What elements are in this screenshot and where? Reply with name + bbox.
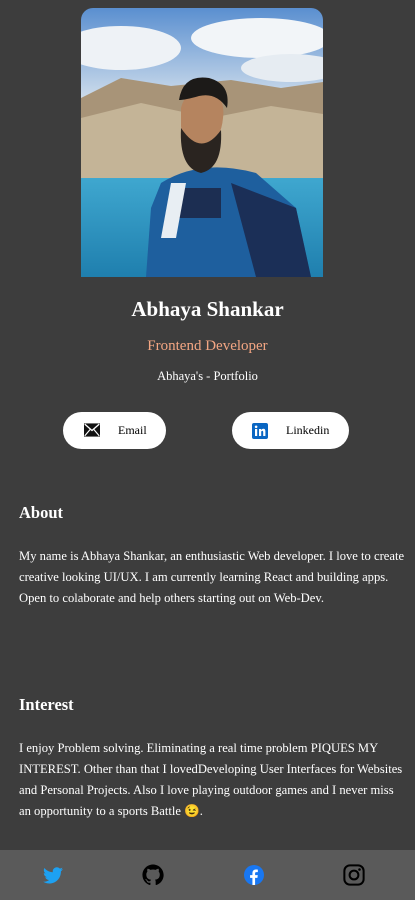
profile-photo [81, 8, 323, 277]
twitter-icon[interactable] [42, 864, 64, 886]
linkedin-button-label: Linkedin [286, 423, 330, 437]
email-button-label: Email [118, 423, 147, 437]
portfolio-label: Abhaya's - Portfolio [157, 369, 258, 383]
interest-text: I enjoy Problem solving. Eliminating a r… [19, 741, 403, 818]
email-button[interactable]: Email [63, 412, 166, 449]
github-icon[interactable] [142, 864, 164, 886]
linkedin-icon [252, 422, 268, 439]
about-heading: About [19, 503, 64, 522]
interest-heading: Interest [19, 695, 74, 714]
profile-name: Abhaya Shankar [131, 297, 284, 321]
facebook-icon[interactable] [243, 864, 265, 886]
linkedin-button[interactable]: Linkedin [232, 412, 349, 449]
about-text: My name is Abhaya Shankar, an enthusiast… [19, 549, 405, 605]
profile-card: Abhaya Shankar Frontend Developer Abhaya… [0, 0, 415, 850]
social-footer [0, 850, 415, 900]
instagram-icon[interactable] [343, 864, 365, 886]
profile-role: Frontend Developer [147, 338, 268, 354]
envelope-icon [84, 422, 100, 439]
